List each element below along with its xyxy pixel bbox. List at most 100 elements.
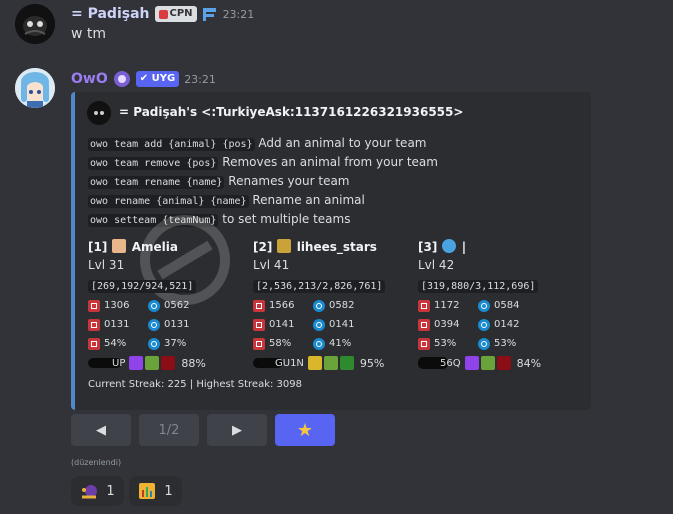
streak-footer: Current Streak: 225 | Highest Streak: 30… xyxy=(88,379,303,390)
star-button[interactable]: ★ xyxy=(275,414,335,446)
command-row: owo team add {animal} {pos} Add an anima… xyxy=(88,134,438,153)
amelia-icon xyxy=(111,239,126,253)
stat-row-res: 53% 53% xyxy=(418,334,578,353)
page-indicator-button[interactable]: 1/2 xyxy=(139,414,199,446)
snail-icon xyxy=(82,485,98,499)
command-desc: Rename an animal xyxy=(252,193,365,207)
embed-author: = Padişah's <:TurkiyeAsk:113716122632193… xyxy=(119,105,464,119)
reaction-snail[interactable]: 1 xyxy=(71,476,124,506)
bot-badge: ✔ UYG xyxy=(135,71,180,87)
embed-author-avatar-image xyxy=(87,101,111,125)
m-weapon-icon xyxy=(129,356,144,370)
mag-value: 0131 xyxy=(164,319,190,330)
weapon-code: GU1N xyxy=(275,357,304,369)
message1-header: = Padişah CPN 23:21 xyxy=(71,4,254,24)
embed-author-avatar xyxy=(87,101,111,125)
owo-username[interactable]: OwO xyxy=(71,71,108,87)
mag-icon xyxy=(478,318,490,331)
message1-time: 23:21 xyxy=(222,7,255,21)
stars-icon xyxy=(276,239,291,253)
pet-xp: [269,192/924,521] xyxy=(88,280,197,293)
edited-label: (düzenlendi) xyxy=(71,458,122,467)
stat-row-res: 58% 41% xyxy=(253,334,413,353)
pet-name: | xyxy=(461,240,467,254)
pr-value: 53% xyxy=(434,338,457,349)
pet-level: Lvl 41 xyxy=(253,258,290,272)
pet-xp: [2,536,213/2,826,761] xyxy=(253,280,386,293)
reaction-count: 1 xyxy=(106,483,115,499)
hp-value: 1306 xyxy=(104,300,130,311)
command-code: owo rename {animal} {name} xyxy=(88,195,249,208)
att-value: 0131 xyxy=(104,319,130,330)
weapon-row: UP 88% xyxy=(88,353,248,373)
padisah-username[interactable]: = Padişah xyxy=(71,6,150,22)
weapon-code: 56Q xyxy=(440,357,461,369)
stat-row-hp: 1306 0562 xyxy=(88,296,248,315)
hp-value: 1172 xyxy=(434,300,460,311)
hp-icon xyxy=(253,299,265,312)
att-icon xyxy=(253,318,265,331)
flag-icon xyxy=(202,8,216,21)
weapon-percent: 95% xyxy=(359,356,385,370)
att-value: 0394 xyxy=(434,319,460,330)
pet-level: Lvl 31 xyxy=(88,258,125,272)
team-slot-1: [1] Amelia Lvl 31 [269,192/924,521] 1306… xyxy=(88,238,248,373)
wp-icon xyxy=(478,299,490,312)
mr-icon xyxy=(478,337,490,350)
team-slot-3: [3] | Lvl 42 [319,880/3,112,696] 1172 058… xyxy=(418,238,578,373)
hp-icon xyxy=(88,299,100,312)
padisah-avatar[interactable] xyxy=(15,4,55,44)
owo-avatar[interactable] xyxy=(15,68,55,108)
owo-role-icon xyxy=(113,71,130,87)
command-desc: Renames your team xyxy=(228,174,350,188)
weapon-row: 56Q 84% xyxy=(418,353,578,373)
reaction-chart[interactable]: 1 xyxy=(129,476,182,506)
prev-page-button[interactable]: ◀ xyxy=(71,414,131,446)
message2-header: OwO ✔ UYG 23:21 xyxy=(71,69,216,89)
hp-icon xyxy=(418,299,430,312)
command-desc: Removes an animal from your team xyxy=(222,155,438,169)
stat-row-hp: 1566 0582 xyxy=(253,296,413,315)
att-value: 0141 xyxy=(269,319,295,330)
mag-value: 0142 xyxy=(494,319,520,330)
owo-avatar-image xyxy=(15,68,55,108)
pet-name: Amelia xyxy=(131,240,178,254)
weapon-percent: 84% xyxy=(516,356,542,370)
next-page-button[interactable]: ▶ xyxy=(207,414,267,446)
blood-icon xyxy=(161,356,176,370)
mr-icon xyxy=(313,337,325,350)
role-badge[interactable]: CPN xyxy=(154,6,197,22)
att-icon xyxy=(418,318,430,331)
mr-value: 37% xyxy=(164,338,187,349)
weapon-icon xyxy=(323,356,338,370)
team-slot-header: [2] lihees_stars xyxy=(253,238,413,256)
message1-text: w tm xyxy=(71,26,107,42)
wp-icon xyxy=(313,299,325,312)
pet-level: Lvl 42 xyxy=(418,258,455,272)
command-desc: to set multiple teams xyxy=(222,212,351,226)
pr-icon xyxy=(253,337,265,350)
stat-row-att: 0394 0142 xyxy=(418,315,578,334)
command-row: owo team remove {pos} Removes an animal … xyxy=(88,153,438,172)
reaction-count: 1 xyxy=(164,483,173,499)
mag-icon xyxy=(313,318,325,331)
wp-value: 0582 xyxy=(329,300,355,311)
role-icon xyxy=(158,9,168,19)
wp-value: 0562 xyxy=(164,300,190,311)
pr-icon xyxy=(418,337,430,350)
command-desc: Add an animal to your team xyxy=(258,136,427,150)
command-code: owo team add {animal} {pos} xyxy=(88,138,255,151)
stat-row-att: 0141 0141 xyxy=(253,315,413,334)
pet-name: lihees_stars xyxy=(296,240,377,254)
mr-icon xyxy=(148,337,160,350)
stat-row-hp: 1172 0584 xyxy=(418,296,578,315)
wp-value: 0584 xyxy=(494,300,520,311)
pr-value: 58% xyxy=(269,338,292,349)
pet-xp: [319,880/3,112,696] xyxy=(418,280,539,293)
mag-value: 0141 xyxy=(329,319,355,330)
stat-row-att: 0131 0131 xyxy=(88,315,248,334)
blood-icon xyxy=(496,356,511,370)
mr-value: 41% xyxy=(329,338,352,349)
weapon-code: UP xyxy=(112,357,126,369)
l-weapon-icon xyxy=(307,356,322,370)
